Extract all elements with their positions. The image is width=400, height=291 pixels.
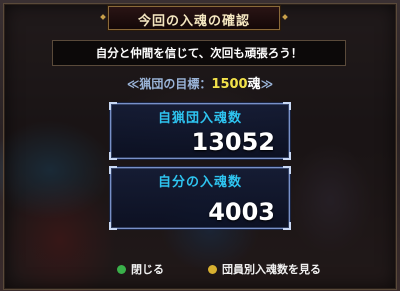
corner-ornament xyxy=(109,222,117,230)
close-button[interactable]: 閉じる xyxy=(117,261,164,277)
goal-close-bracket: ≫ xyxy=(260,77,274,91)
dialog-title-bar: 今回の入魂の確認 xyxy=(108,6,280,30)
corner-ornament xyxy=(283,152,291,160)
goal-unit: 魂 xyxy=(247,77,261,92)
view-member-counts-label: 団員別入魂数を見る xyxy=(222,263,321,276)
message-text: 自分と仲間を信じて、次回も頑張ろう！ xyxy=(95,46,303,60)
corner-ornament xyxy=(283,222,291,230)
self-soul-count-value: 4003 xyxy=(208,198,275,226)
clan-goal-line: ≪猟団の目標：1500魂≫ xyxy=(0,73,400,92)
clan-soul-count-label: 自猟団入魂数 xyxy=(157,111,242,126)
goal-value: 1500 xyxy=(211,77,248,92)
self-soul-count-label: 自分の入魂数 xyxy=(157,175,242,190)
corner-ornament xyxy=(109,152,117,160)
green-button-icon xyxy=(117,265,126,274)
clan-soul-count-panel: 自猟団入魂数 13052 xyxy=(109,102,291,160)
clan-soul-count-value: 13052 xyxy=(191,128,276,156)
self-soul-count-panel: 自分の入魂数 4003 xyxy=(109,166,291,230)
yellow-button-icon xyxy=(208,265,217,274)
close-button-label: 閉じる xyxy=(131,263,164,276)
message-box: 自分と仲間を信じて、次回も頑張ろう！ xyxy=(52,40,346,66)
goal-label: ≪猟団の目標： xyxy=(126,77,212,91)
view-member-counts-button[interactable]: 団員別入魂数を見る xyxy=(208,261,321,277)
dialog-title: 今回の入魂の確認 xyxy=(137,14,250,29)
